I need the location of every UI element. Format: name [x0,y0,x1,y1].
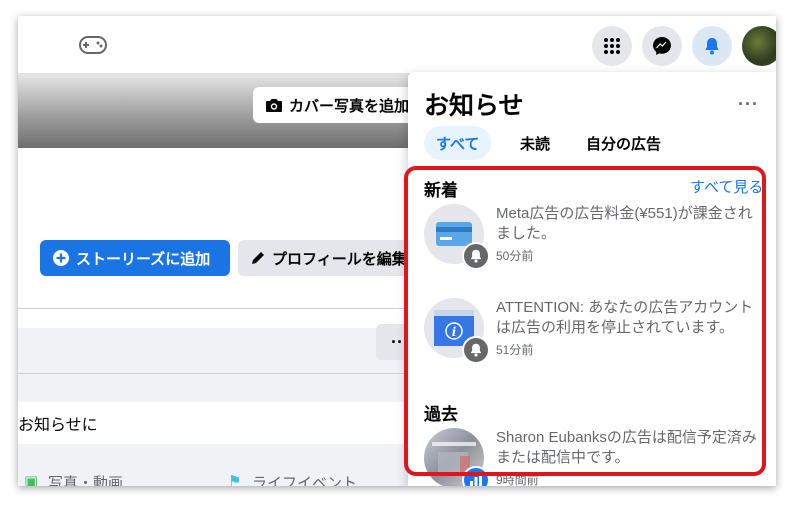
grid-icon [604,38,620,54]
add-story-label: ストーリーズに追加 [76,250,211,268]
photo-video-button[interactable]: 写真・動画 [48,472,123,486]
notification-time: 9時間前 [496,473,539,486]
notifications-panel: お知らせ ··· すべて 未読 自分の広告 新着 すべて見る Meta広告の広告… [408,72,776,486]
notification-item[interactable]: Meta広告の広告料金(¥551)が課金されました。 50分前 [424,204,764,270]
top-navigation [18,16,776,74]
notification-item[interactable]: Sharon Eubanksの広告は配信予定済みまたは配信中です。 9時間前 [424,428,764,486]
tab-my-ads[interactable]: 自分の広告 [574,126,673,160]
life-event-button[interactable]: ライフイベント [252,472,357,486]
pencil-icon [252,252,264,264]
post-composer-text: お知らせに [18,417,98,434]
notification-time: 50分前 [496,249,534,263]
edit-profile-label: プロフィールを編集 [272,250,407,268]
bar-chart-icon [462,466,490,486]
notification-time: 51分前 [496,343,534,357]
camera-icon [266,99,282,112]
notification-item[interactable]: i ATTENTION: あなたの広告アカウントは広告の利用を停止されています。… [424,298,764,378]
svg-text:i: i [452,325,457,339]
section-past-heading: 過去 [424,405,458,424]
facebook-window: カバー写真を追加 ストーリーズに追加 プロフィールを編集 ··· お知らせに ▣… [18,16,776,486]
notification-text: ATTENTION: あなたの広告アカウントは広告の利用を停止されています。 [496,299,754,336]
composer-actions: ▣ 写真・動画 ⚑ ライフイベント [18,472,418,486]
add-cover-photo-label: カバー写真を追加 [289,97,410,115]
tab-unread[interactable]: 未読 [508,126,562,160]
life-event-icon: ⚑ [228,473,242,486]
menu-grid-button[interactable] [592,26,632,66]
messenger-icon [653,37,671,55]
section-new-heading: 新着 [424,181,458,200]
notification-text: Meta広告の広告料金(¥551)が課金されました。 [496,205,753,242]
photo-video-icon: ▣ [24,473,39,486]
bell-icon [705,38,719,55]
bell-icon [462,336,490,364]
account-avatar[interactable] [742,26,776,66]
notification-text: Sharon Eubanksの広告は配信予定済みまたは配信中です。 [496,429,757,466]
add-story-button[interactable]: ストーリーズに追加 [40,240,230,276]
notifications-options-button[interactable]: ··· [738,94,759,115]
plus-circle-icon [53,250,69,266]
gaming-icon[interactable] [78,34,108,56]
tab-all[interactable]: すべて [424,126,492,160]
see-all-link[interactable]: すべて見る [690,176,763,197]
bell-icon [462,242,490,270]
post-composer-prompt[interactable]: お知らせに [18,402,418,444]
panel-title: お知らせ [424,92,524,120]
messenger-button[interactable] [642,26,682,66]
notifications-button[interactable] [692,26,732,66]
